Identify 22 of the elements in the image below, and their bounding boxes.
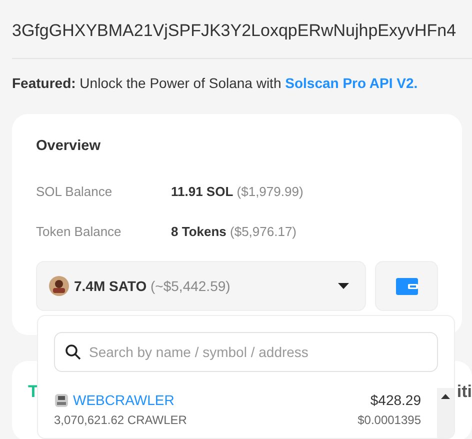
token-name: WEBCRAWLER: [73, 391, 174, 410]
token-avatar-icon: [49, 276, 69, 296]
wallet-icon: [396, 278, 418, 295]
token-row[interactable]: WEBCRAWLER $428.29 3,070,621.62 CRAWLER $0.0001395: [54, 390, 421, 429]
scroll-up-icon: [441, 394, 450, 399]
token-logo-icon: [54, 393, 69, 408]
token-value: $428.29: [370, 391, 421, 410]
wallet-address: 3GfgGHXYBMA21VjSPFJK3Y2LoxqpERwNujhpExyvHFn4: [11, 20, 458, 42]
search-field[interactable]: Search by name / symbol / address: [54, 332, 438, 372]
balance-value: 8 Tokens ($5,976.17): [171, 222, 297, 241]
balance-value: 11.91 SOL ($1,979.99): [171, 182, 304, 201]
token-select[interactable]: 7.4M SATO (~$5,442.59): [36, 261, 366, 312]
featured-text: Featured: Unlock the Power of Solana with: [12, 74, 282, 90]
wallet-button[interactable]: [375, 261, 438, 312]
tab[interactable]: iti: [456, 379, 472, 439]
overview-title: Overview: [36, 136, 102, 156]
scrollbar[interactable]: [437, 388, 454, 438]
balance-label: Token Balance: [36, 222, 122, 240]
token-price: $0.0001395: [358, 412, 421, 429]
token-amount: 3,070,621.62 CRAWLER: [54, 412, 187, 429]
token-select-value: 7.4M SATO (~$5,442.59): [74, 276, 230, 296]
balance-label: SOL Balance: [36, 182, 114, 200]
